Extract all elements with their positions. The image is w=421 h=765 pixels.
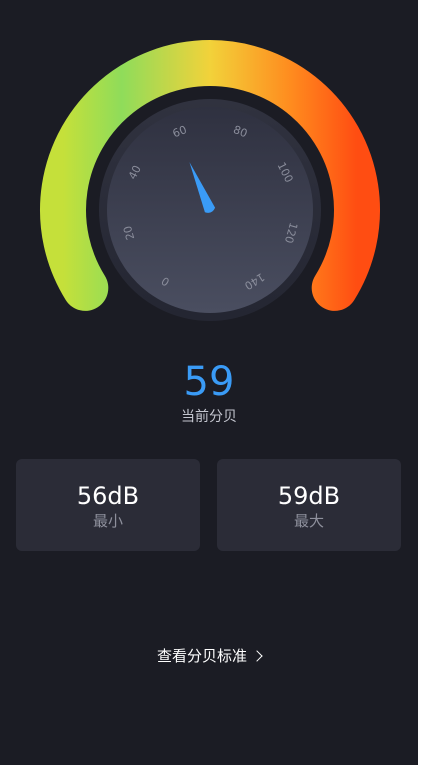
min-decibel-label: 最小 bbox=[92, 512, 123, 530]
min-decibel-value: 56dB bbox=[76, 482, 140, 510]
min-decibel-card: 56dB 最小 bbox=[16, 459, 200, 551]
current-decibel-label: 当前分贝 bbox=[181, 409, 237, 425]
view-decibel-standard-link[interactable]: 查看分贝标准 bbox=[0, 645, 418, 667]
max-decibel-value: 59dB bbox=[277, 482, 341, 510]
decibel-gauge: 0204060 80100120140 bbox=[40, 40, 380, 321]
max-decibel-card: 59dB 最大 bbox=[217, 459, 401, 551]
view-decibel-standard-label: 查看分贝标准 bbox=[156, 647, 247, 665]
current-decibel-value: 59 bbox=[183, 359, 235, 405]
max-decibel-label: 最大 bbox=[293, 512, 324, 530]
chevron-right-icon bbox=[251, 650, 263, 662]
